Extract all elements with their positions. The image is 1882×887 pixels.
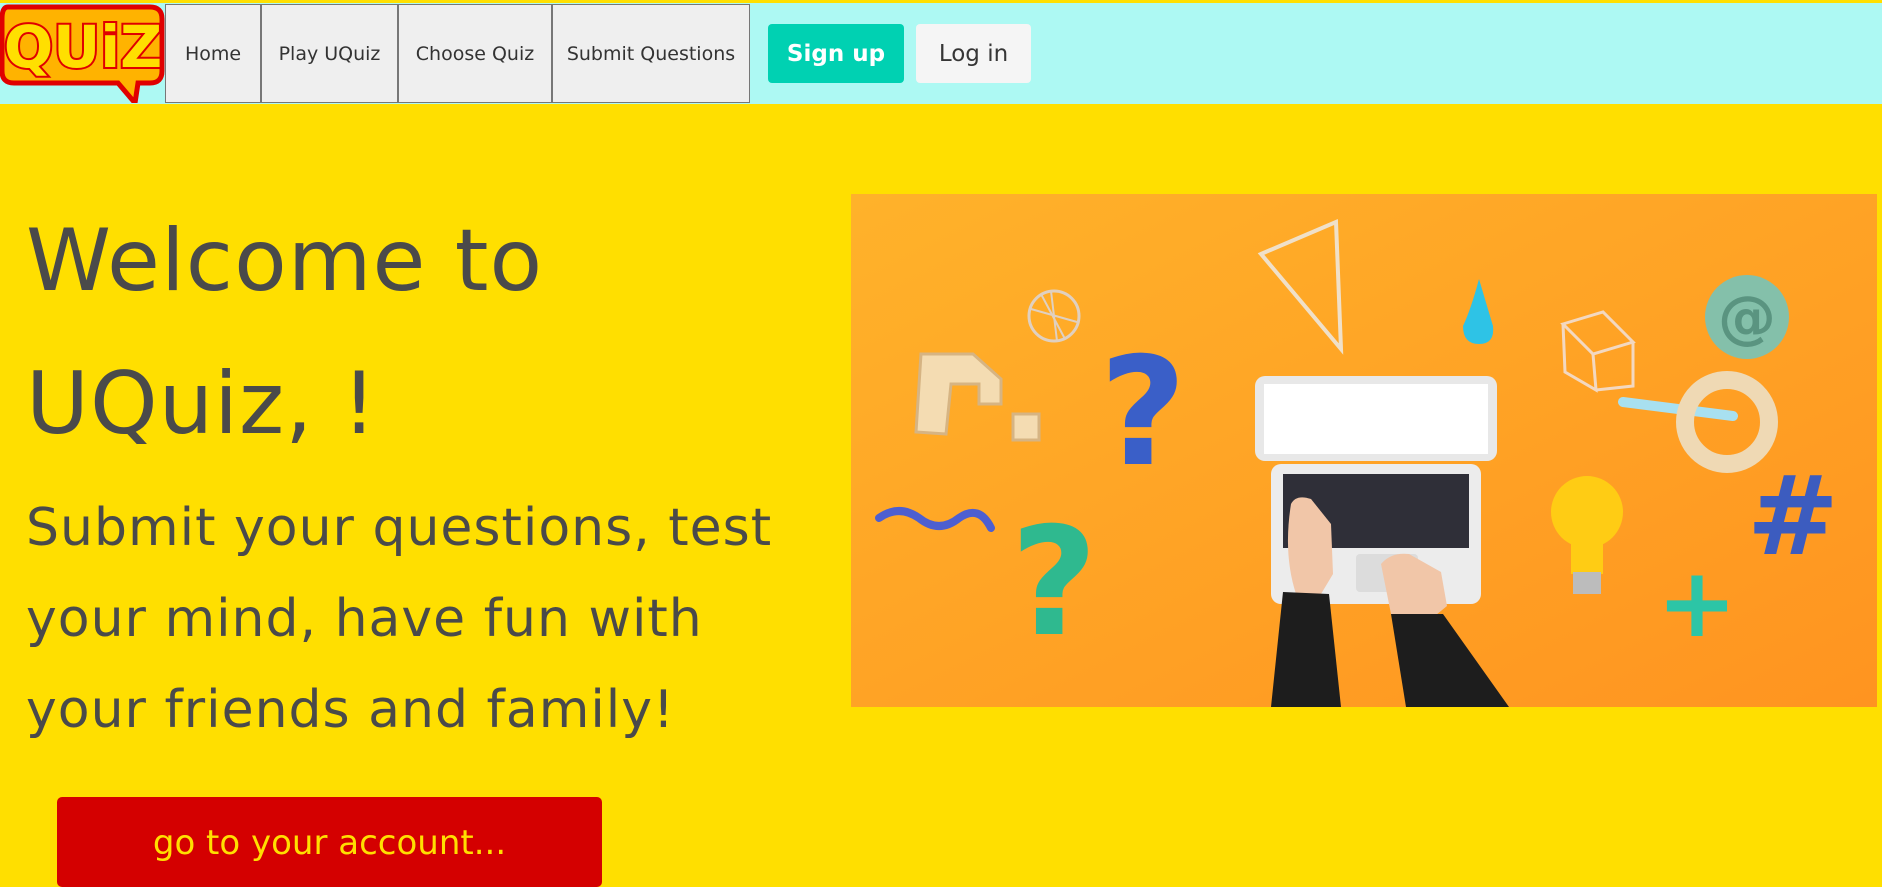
hash-icon: #: [1747, 452, 1839, 580]
nav-home[interactable]: Home: [165, 4, 261, 103]
hero-title-line1: Welcome to: [26, 211, 544, 311]
signup-button[interactable]: Sign up: [768, 24, 904, 83]
login-button[interactable]: Log in: [916, 24, 1031, 83]
hero-title-line2: UQuiz, !: [26, 354, 378, 454]
hero-title: Welcome to UQuiz, !: [26, 190, 826, 476]
hero-illustration: @ ? ? # +: [851, 194, 1877, 707]
hero-subtitle-line1: Submit your questions, test: [26, 498, 773, 558]
hero-subtitle-line3: your friends and family!: [26, 680, 675, 740]
quiz-logo[interactable]: QUiZ: [0, 3, 165, 103]
nav-play-uquiz[interactable]: Play UQuiz: [261, 4, 398, 103]
question-mark-blue-icon: ?: [1099, 326, 1186, 500]
svg-text:QUiZ: QUiZ: [4, 13, 162, 81]
nav-choose-quiz[interactable]: Choose Quiz: [398, 4, 552, 103]
plus-icon: +: [1657, 547, 1737, 659]
hero-subtitle: Submit your questions, test your mind, h…: [26, 483, 856, 756]
hero-subtitle-line2: your mind, have fun with: [26, 589, 703, 649]
svg-text:@: @: [1718, 283, 1776, 351]
question-mark-green-icon: ?: [1010, 496, 1097, 670]
nav-submit-questions[interactable]: Submit Questions: [552, 4, 750, 103]
